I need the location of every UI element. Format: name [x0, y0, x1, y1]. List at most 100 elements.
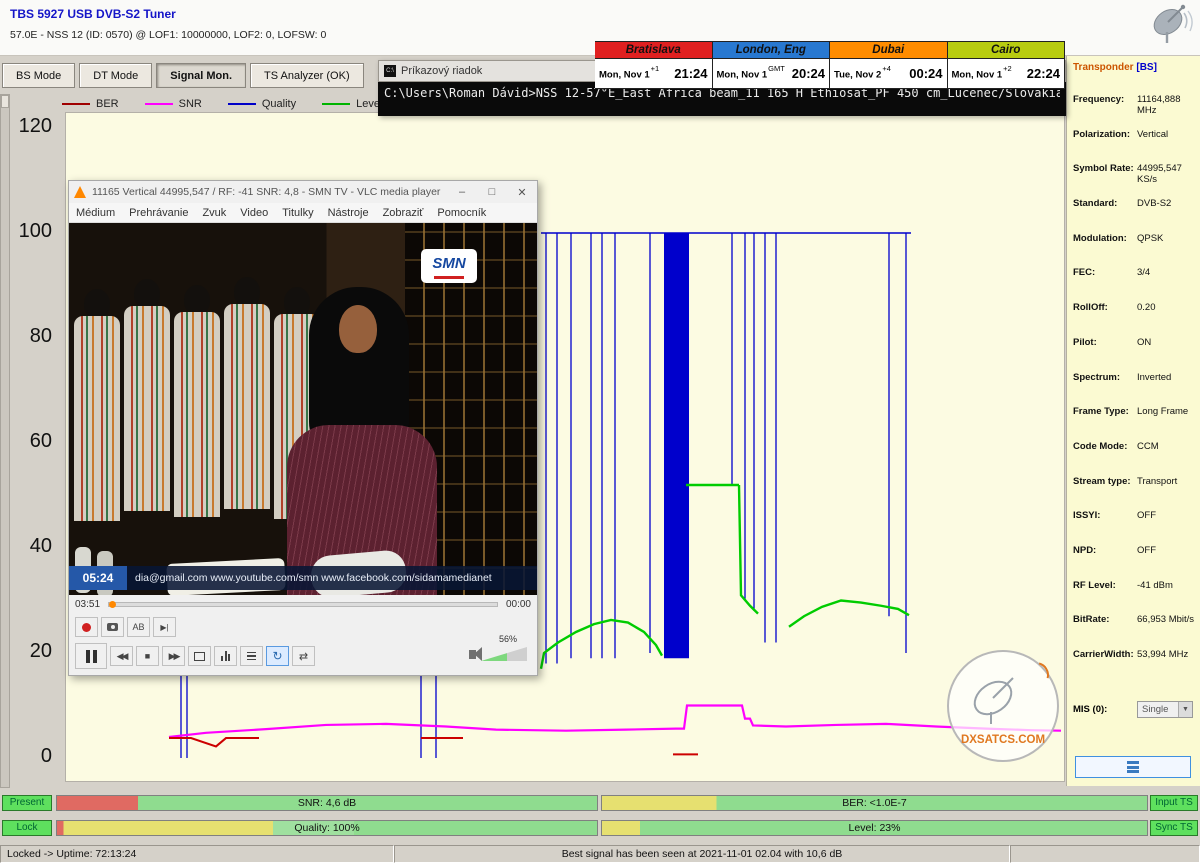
field-label: Spectrum: — [1073, 372, 1137, 383]
level-line-swatch — [322, 103, 350, 105]
stop-button[interactable]: ■ — [136, 646, 159, 666]
clock-time: 00:24 — [909, 66, 942, 81]
transponder-field-row: Pilot: ON — [1073, 337, 1195, 372]
field-label: RollOff: — [1073, 302, 1137, 313]
vlc-menu-item[interactable]: Médium — [69, 207, 122, 219]
quality-bar: Quality: 100% — [56, 820, 598, 836]
field-value: ON — [1137, 337, 1195, 348]
vlc-titlebar[interactable]: 11165 Vertical 44995,547 / RF: -41 SNR: … — [69, 181, 537, 203]
field-label: Code Mode: — [1073, 441, 1137, 452]
ber-line-swatch — [62, 103, 90, 105]
vlc-video-area[interactable]: SMN 05:24 dia@gmail.com www.youtube.com/… — [69, 223, 537, 595]
dxsatcs-watermark: DXSATCS.COM — [947, 650, 1059, 762]
seek-slider[interactable] — [108, 602, 498, 607]
tab-ts-analyzer[interactable]: TS Analyzer (OK) — [250, 63, 364, 88]
clock-timezone: +1 — [651, 64, 660, 73]
mis-label: MIS (0): — [1073, 704, 1137, 715]
clock-time: 21:24 — [674, 66, 707, 81]
transponder-field-row: Polarization: Vertical — [1073, 129, 1195, 164]
input-ts-indicator[interactable]: Input TS — [1150, 795, 1198, 811]
maximize-button[interactable]: □ — [477, 186, 507, 198]
legend-snr: SNR — [145, 98, 202, 110]
vlc-controls: AB ▶| ◀◀ ■ ▶▶ ↻ ⇄ 56% — [69, 613, 537, 677]
y-axis-tick: 20 — [2, 640, 52, 663]
vlc-menu-item[interactable]: Pomocník — [430, 207, 493, 219]
vlc-menu-item[interactable]: Zvuk — [195, 207, 233, 219]
vlc-menu-item[interactable]: Nástroje — [321, 207, 376, 219]
field-label: Symbol Rate: — [1073, 163, 1137, 174]
close-button[interactable]: ✕ — [507, 186, 537, 199]
transponder-panel: Transponder [BS] Frequency: 11164,888 MH… — [1066, 56, 1200, 786]
statusbar-spacer — [1010, 845, 1200, 863]
volume-slider[interactable] — [481, 647, 527, 661]
clock-city: Cairo — [948, 42, 1065, 59]
field-label: Frame Type: — [1073, 406, 1137, 417]
vlc-menu-item[interactable]: Titulky — [275, 207, 320, 219]
ab-loop-button[interactable]: AB — [127, 617, 150, 637]
vlc-menu-item[interactable]: Zobraziť — [376, 207, 431, 219]
fullscreen-button[interactable] — [188, 646, 211, 666]
transponder-field-row: RF Level: -41 dBm — [1073, 580, 1195, 615]
transponder-field-row: Spectrum: Inverted — [1073, 372, 1195, 407]
present-indicator[interactable]: Present — [2, 795, 52, 811]
minimize-button[interactable]: – — [447, 186, 477, 198]
vlc-player-window: 11165 Vertical 44995,547 / RF: -41 SNR: … — [68, 180, 538, 676]
volume-cluster: 56% — [469, 647, 527, 661]
loop-button[interactable]: ↻ — [266, 646, 289, 666]
lock-indicator[interactable]: Lock — [2, 820, 52, 836]
scrollbar-thumb[interactable] — [1, 95, 9, 108]
transponder-field-row: Code Mode: CCM — [1073, 441, 1195, 476]
world-clock: London, Eng Mon, Nov 1GMT 20:24 — [713, 41, 831, 89]
field-label: ISSYI: — [1073, 510, 1137, 521]
next-button[interactable]: ▶▶ — [162, 646, 185, 666]
playlist-button[interactable] — [240, 646, 263, 666]
field-value: -41 dBm — [1137, 580, 1195, 591]
transponder-field-row: BitRate: 66,953 Mbit/s — [1073, 614, 1195, 649]
chevron-down-icon: ▼ — [1178, 702, 1192, 717]
snapshot-button[interactable] — [101, 617, 124, 637]
transponder-field-row: Modulation: QPSK — [1073, 233, 1195, 268]
app-title: TBS 5927 USB DVB-S2 Tuner — [10, 7, 176, 21]
volume-percent: 56% — [499, 634, 517, 644]
camera-icon — [107, 623, 118, 631]
panel-action-button[interactable] — [1075, 756, 1191, 778]
field-label: Polarization: — [1073, 129, 1137, 140]
vlc-menu-item[interactable]: Video — [233, 207, 275, 219]
field-value: OFF — [1137, 510, 1195, 521]
panel-title-suffix: [BS] — [1136, 62, 1157, 73]
field-label: Stream type: — [1073, 476, 1137, 487]
sync-ts-indicator[interactable]: Sync TS — [1150, 820, 1198, 836]
mis-selected-value: Single — [1138, 704, 1178, 715]
shuffle-button[interactable]: ⇄ — [292, 646, 315, 666]
tab-bs-mode[interactable]: BS Mode — [2, 63, 75, 88]
clock-time-row: Mon, Nov 1+2 22:24 — [948, 59, 1065, 88]
legend-level: Level — [322, 98, 382, 110]
previous-button[interactable]: ◀◀ — [110, 646, 133, 666]
world-clock: Cairo Mon, Nov 1+2 22:24 — [948, 41, 1066, 89]
record-button[interactable] — [75, 617, 98, 637]
tab-dt-mode[interactable]: DT Mode — [79, 63, 152, 88]
field-value: 53,994 MHz — [1137, 649, 1195, 660]
vlc-menu-item[interactable]: Prehrávanie — [122, 207, 195, 219]
level-bar: Level: 23% — [601, 820, 1148, 836]
record-icon — [82, 623, 91, 632]
clock-city: Bratislava — [595, 42, 712, 59]
legend-label: SNR — [179, 98, 202, 110]
field-value: DVB-S2 — [1137, 198, 1195, 209]
chart-y-axis: 020406080100120 — [0, 112, 58, 782]
speaker-icon[interactable] — [469, 650, 476, 659]
watermark-text: DXSATCS.COM — [949, 734, 1057, 746]
console-title: Príkazový riadok — [401, 65, 482, 77]
equalizer-button[interactable] — [214, 646, 237, 666]
mis-dropdown[interactable]: Single ▼ — [1137, 701, 1193, 718]
frame-by-frame-button[interactable]: ▶| — [153, 617, 176, 637]
tab-signal-mon[interactable]: Signal Mon. — [156, 63, 246, 88]
mis-row: MIS (0): Single ▼ — [1073, 701, 1195, 718]
clock-date: Tue, Nov 2 — [834, 70, 881, 81]
field-value: 66,953 Mbit/s — [1137, 614, 1195, 625]
clock-timezone: GMT — [768, 64, 785, 73]
pause-button[interactable] — [75, 643, 107, 669]
vlc-menubar: MédiumPrehrávanieZvukVideoTitulkyNástroj… — [69, 203, 537, 223]
seek-handle[interactable] — [109, 601, 116, 608]
world-clocks: Bratislava Mon, Nov 1+1 21:24 London, En… — [595, 41, 1065, 89]
